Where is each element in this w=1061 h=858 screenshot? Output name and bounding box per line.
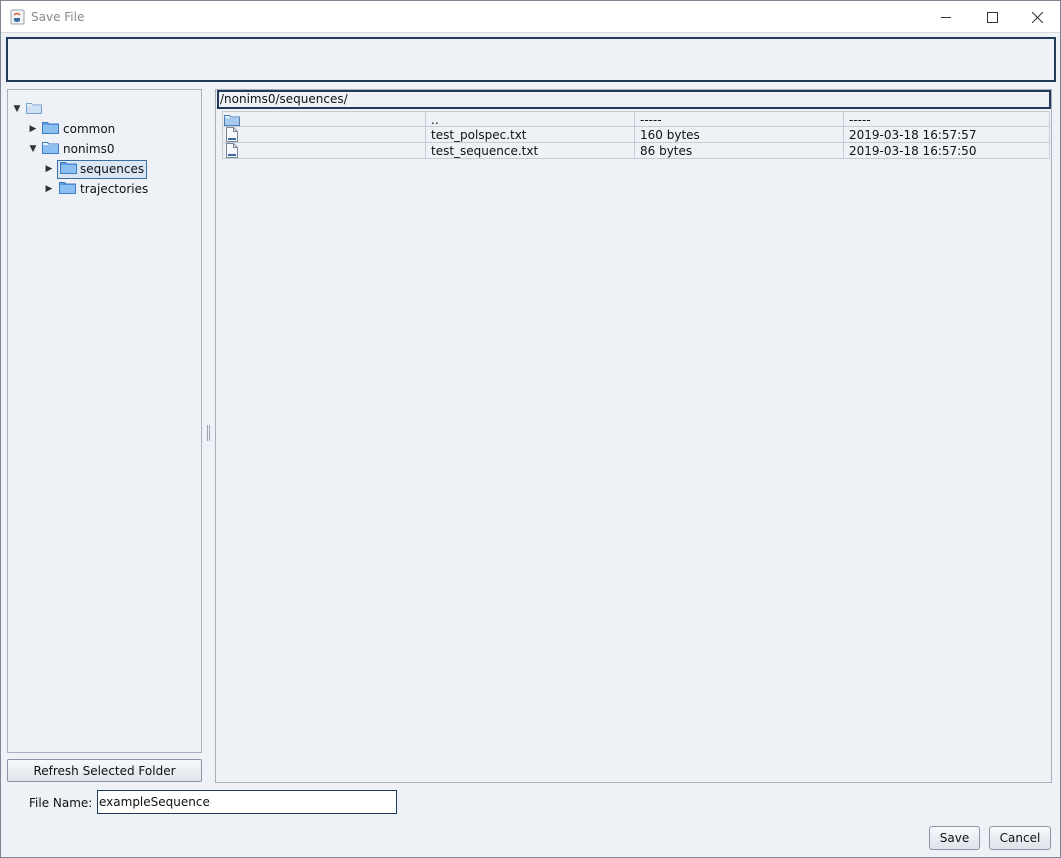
expanded-arrow-icon[interactable]: ▼ [12, 104, 22, 114]
tree-item-label: trajectories [80, 182, 149, 196]
split-pane-divider[interactable] [204, 89, 213, 783]
java-coffee-icon [10, 9, 25, 25]
tree-item-label: common [63, 122, 116, 136]
tree-root[interactable]: ▼ [12, 100, 42, 118]
row-icon-cell [222, 112, 426, 127]
tree-item-label: nonims0 [63, 142, 115, 156]
file-name-cell: .. [426, 112, 635, 127]
tree-item-sequences[interactable]: ▶ sequences [44, 159, 148, 179]
file-date-cell: 2019-03-18 16:57:57 [844, 127, 1050, 142]
maximize-button[interactable] [969, 1, 1015, 33]
file-name-label: File Name: [29, 796, 93, 810]
file-size-cell: 160 bytes [635, 127, 844, 142]
minimize-button[interactable] [923, 1, 969, 33]
file-icon [224, 127, 238, 142]
title-bar[interactable]: Save File [1, 1, 1060, 33]
save-file-dialog: Save File ▼ ▶ common ▼ nonims0 ▶ sequenc… [0, 0, 1061, 858]
folder-icon [26, 102, 42, 117]
file-size-cell: ----- [635, 112, 844, 127]
file-table: .. ----- ----- test_polspec.txt 160 byte… [222, 111, 1050, 159]
tree-item-selected[interactable]: sequences [57, 159, 148, 179]
tree-item-common[interactable]: ▶ common [28, 120, 117, 138]
folder-icon [42, 121, 59, 137]
folder-icon [59, 181, 76, 197]
file-list-panel: /nonims0/sequences/ .. ----- ----- test_… [215, 89, 1052, 783]
top-panel [6, 37, 1056, 82]
table-row[interactable]: test_sequence.txt 86 bytes 2019-03-18 16… [222, 143, 1050, 159]
cancel-button[interactable]: Cancel [989, 826, 1051, 850]
folder-icon [60, 161, 77, 178]
file-name-input[interactable] [97, 790, 397, 814]
maximize-icon [986, 11, 998, 23]
tree-item-nonims0[interactable]: ▼ nonims0 [28, 140, 116, 158]
open-folder-icon [42, 141, 59, 157]
minimize-icon [940, 12, 952, 23]
close-icon [1031, 11, 1043, 23]
row-icon-cell [222, 127, 426, 142]
file-date-cell: ----- [844, 112, 1050, 127]
folder-tree[interactable]: ▼ ▶ common ▼ nonims0 ▶ sequences ▶ traje… [7, 89, 202, 753]
current-path-field[interactable]: /nonims0/sequences/ [217, 90, 1051, 109]
close-button[interactable] [1014, 1, 1060, 33]
file-name-cell: test_sequence.txt [426, 143, 635, 158]
file-size-cell: 86 bytes [635, 143, 844, 158]
folder-icon [224, 115, 240, 127]
refresh-selected-folder-button[interactable]: Refresh Selected Folder [7, 759, 202, 782]
file-icon [224, 143, 238, 158]
splitter-grip-icon[interactable] [207, 425, 210, 441]
table-row-parent[interactable]: .. ----- ----- [222, 111, 1050, 127]
expanded-arrow-icon[interactable]: ▼ [28, 144, 38, 154]
window-title: Save File [31, 10, 85, 24]
row-icon-cell [222, 143, 426, 158]
collapsed-arrow-icon[interactable]: ▶ [28, 124, 38, 134]
file-date-cell: 2019-03-18 16:57:50 [844, 143, 1050, 158]
collapsed-arrow-icon[interactable]: ▶ [44, 184, 54, 194]
tree-item-trajectories[interactable]: ▶ trajectories [44, 180, 150, 198]
tree-item-label: sequences [80, 162, 145, 176]
table-row[interactable]: test_polspec.txt 160 bytes 2019-03-18 16… [222, 127, 1050, 143]
collapsed-arrow-icon[interactable]: ▶ [44, 164, 54, 174]
file-name-cell: test_polspec.txt [426, 127, 635, 142]
save-button[interactable]: Save [929, 826, 980, 850]
